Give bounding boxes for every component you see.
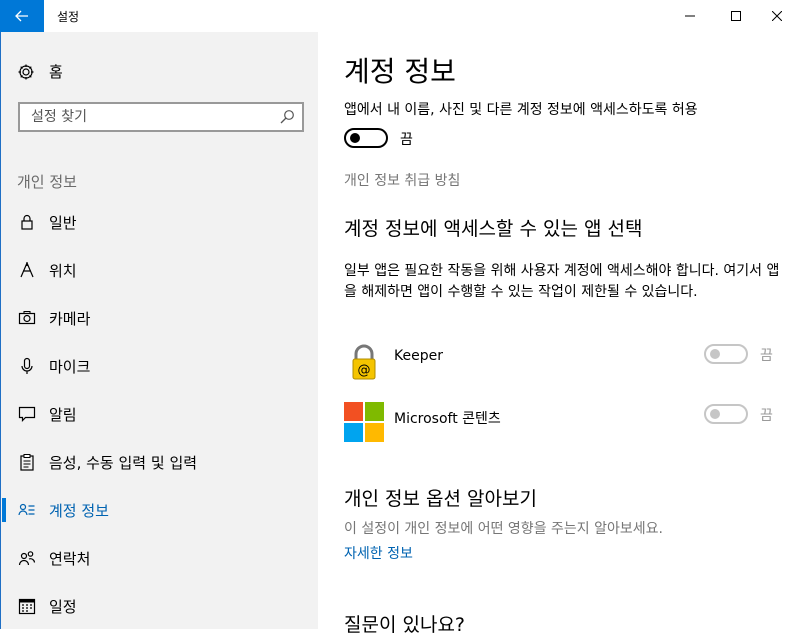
sidebar-item-label: 일정 [49, 598, 77, 616]
microsoft-content-toggle-label: 끔 [760, 408, 773, 424]
privacy-statement-link[interactable]: 개인 정보 취급 방침 [344, 170, 460, 190]
sidebar-item-label: 연락처 [49, 550, 91, 568]
back-arrow-icon [15, 10, 28, 22]
sidebar: 홈 개인 정보 일반 위치 카메라 [0, 32, 318, 629]
back-button[interactable] [0, 0, 44, 32]
account-info-icon [18, 503, 35, 516]
sidebar-item-camera[interactable]: 카메라 [1, 298, 319, 338]
maximize-button[interactable] [713, 0, 759, 32]
camera-icon [18, 311, 36, 325]
toggle-knob [350, 133, 360, 143]
sidebar-item-account-info[interactable]: 계정 정보 [1, 490, 319, 530]
keeper-app-icon: @ [352, 344, 376, 380]
sidebar-item-calendar[interactable]: 일정 [1, 586, 319, 626]
app-name: Keeper [394, 348, 443, 364]
location-icon [20, 262, 34, 278]
sidebar-item-notifications[interactable]: 알림 [1, 394, 319, 434]
sidebar-item-label: 카메라 [49, 310, 91, 328]
sidebar-item-label: 알림 [49, 406, 77, 424]
question-heading: 질문이 있나요? [344, 614, 466, 636]
allow-access-toggle[interactable] [344, 128, 388, 148]
sidebar-item-label: 일반 [49, 214, 77, 232]
search-icon[interactable] [279, 109, 295, 125]
svg-text:@: @ [358, 363, 371, 378]
minimize-button[interactable] [667, 0, 713, 32]
sidebar-item-label: 음성, 수동 입력 및 입력 [49, 454, 198, 472]
microsoft-logo-icon [344, 402, 384, 442]
close-button[interactable] [754, 0, 800, 32]
section-title-privacy: 개인 정보 [17, 173, 77, 191]
clipboard-icon [20, 454, 34, 471]
minimize-icon [685, 15, 695, 17]
microsoft-content-access-toggle[interactable] [704, 404, 748, 424]
toggle-knob [710, 349, 720, 359]
keeper-toggle-label: 끔 [760, 348, 773, 364]
allow-access-toggle-label: 끔 [400, 132, 413, 148]
allow-access-description: 앱에서 내 이름, 사진 및 다른 계정 정보에 액세스하도록 허용 [344, 102, 698, 118]
choose-apps-description: 일부 앱은 필요한 작동을 위해 사용자 계정에 액세스해야 합니다. 여기서 … [344, 263, 780, 300]
window-title: 설정 [57, 10, 80, 24]
keeper-access-toggle[interactable] [704, 344, 748, 364]
sidebar-item-label: 계정 정보 [49, 502, 109, 520]
sidebar-item-label: 위치 [49, 262, 77, 280]
selection-indicator [2, 498, 6, 522]
learn-privacy-heading: 개인 정보 옵션 알아보기 [344, 488, 537, 510]
microphone-icon [21, 357, 33, 374]
page-title: 계정 정보 [344, 55, 456, 88]
search-box[interactable] [18, 102, 304, 132]
sidebar-item-speech[interactable]: 음성, 수동 입력 및 입력 [1, 442, 319, 482]
maximize-icon [731, 11, 741, 21]
calendar-icon [18, 598, 36, 615]
notification-icon [18, 406, 36, 422]
contacts-icon [18, 551, 36, 566]
title-bar: 설정 [0, 0, 800, 32]
app-name: Microsoft 콘텐츠 [394, 411, 501, 427]
toggle-knob [710, 409, 720, 419]
sidebar-item-contacts[interactable]: 연락처 [1, 538, 319, 578]
lock-icon [21, 214, 33, 230]
sidebar-item-label: 마이크 [49, 358, 91, 376]
gear-icon [18, 64, 34, 79]
learn-privacy-description: 이 설정이 개인 정보에 어떤 영향을 주는지 알아보세요. [344, 521, 663, 537]
close-icon [772, 11, 782, 21]
sidebar-item-general[interactable]: 일반 [1, 202, 319, 242]
home-nav-item[interactable]: 홈 [17, 61, 63, 82]
main-content: 계정 정보 앱에서 내 이름, 사진 및 다른 계정 정보에 액세스하도록 허용… [318, 32, 800, 636]
search-input[interactable] [20, 104, 271, 130]
more-info-link[interactable]: 자세한 정보 [344, 543, 413, 563]
choose-apps-heading: 계정 정보에 액세스할 수 있는 앱 선택 [344, 218, 643, 240]
home-label: 홈 [49, 63, 63, 81]
sidebar-item-location[interactable]: 위치 [1, 250, 319, 290]
sidebar-item-microphone[interactable]: 마이크 [1, 346, 319, 386]
